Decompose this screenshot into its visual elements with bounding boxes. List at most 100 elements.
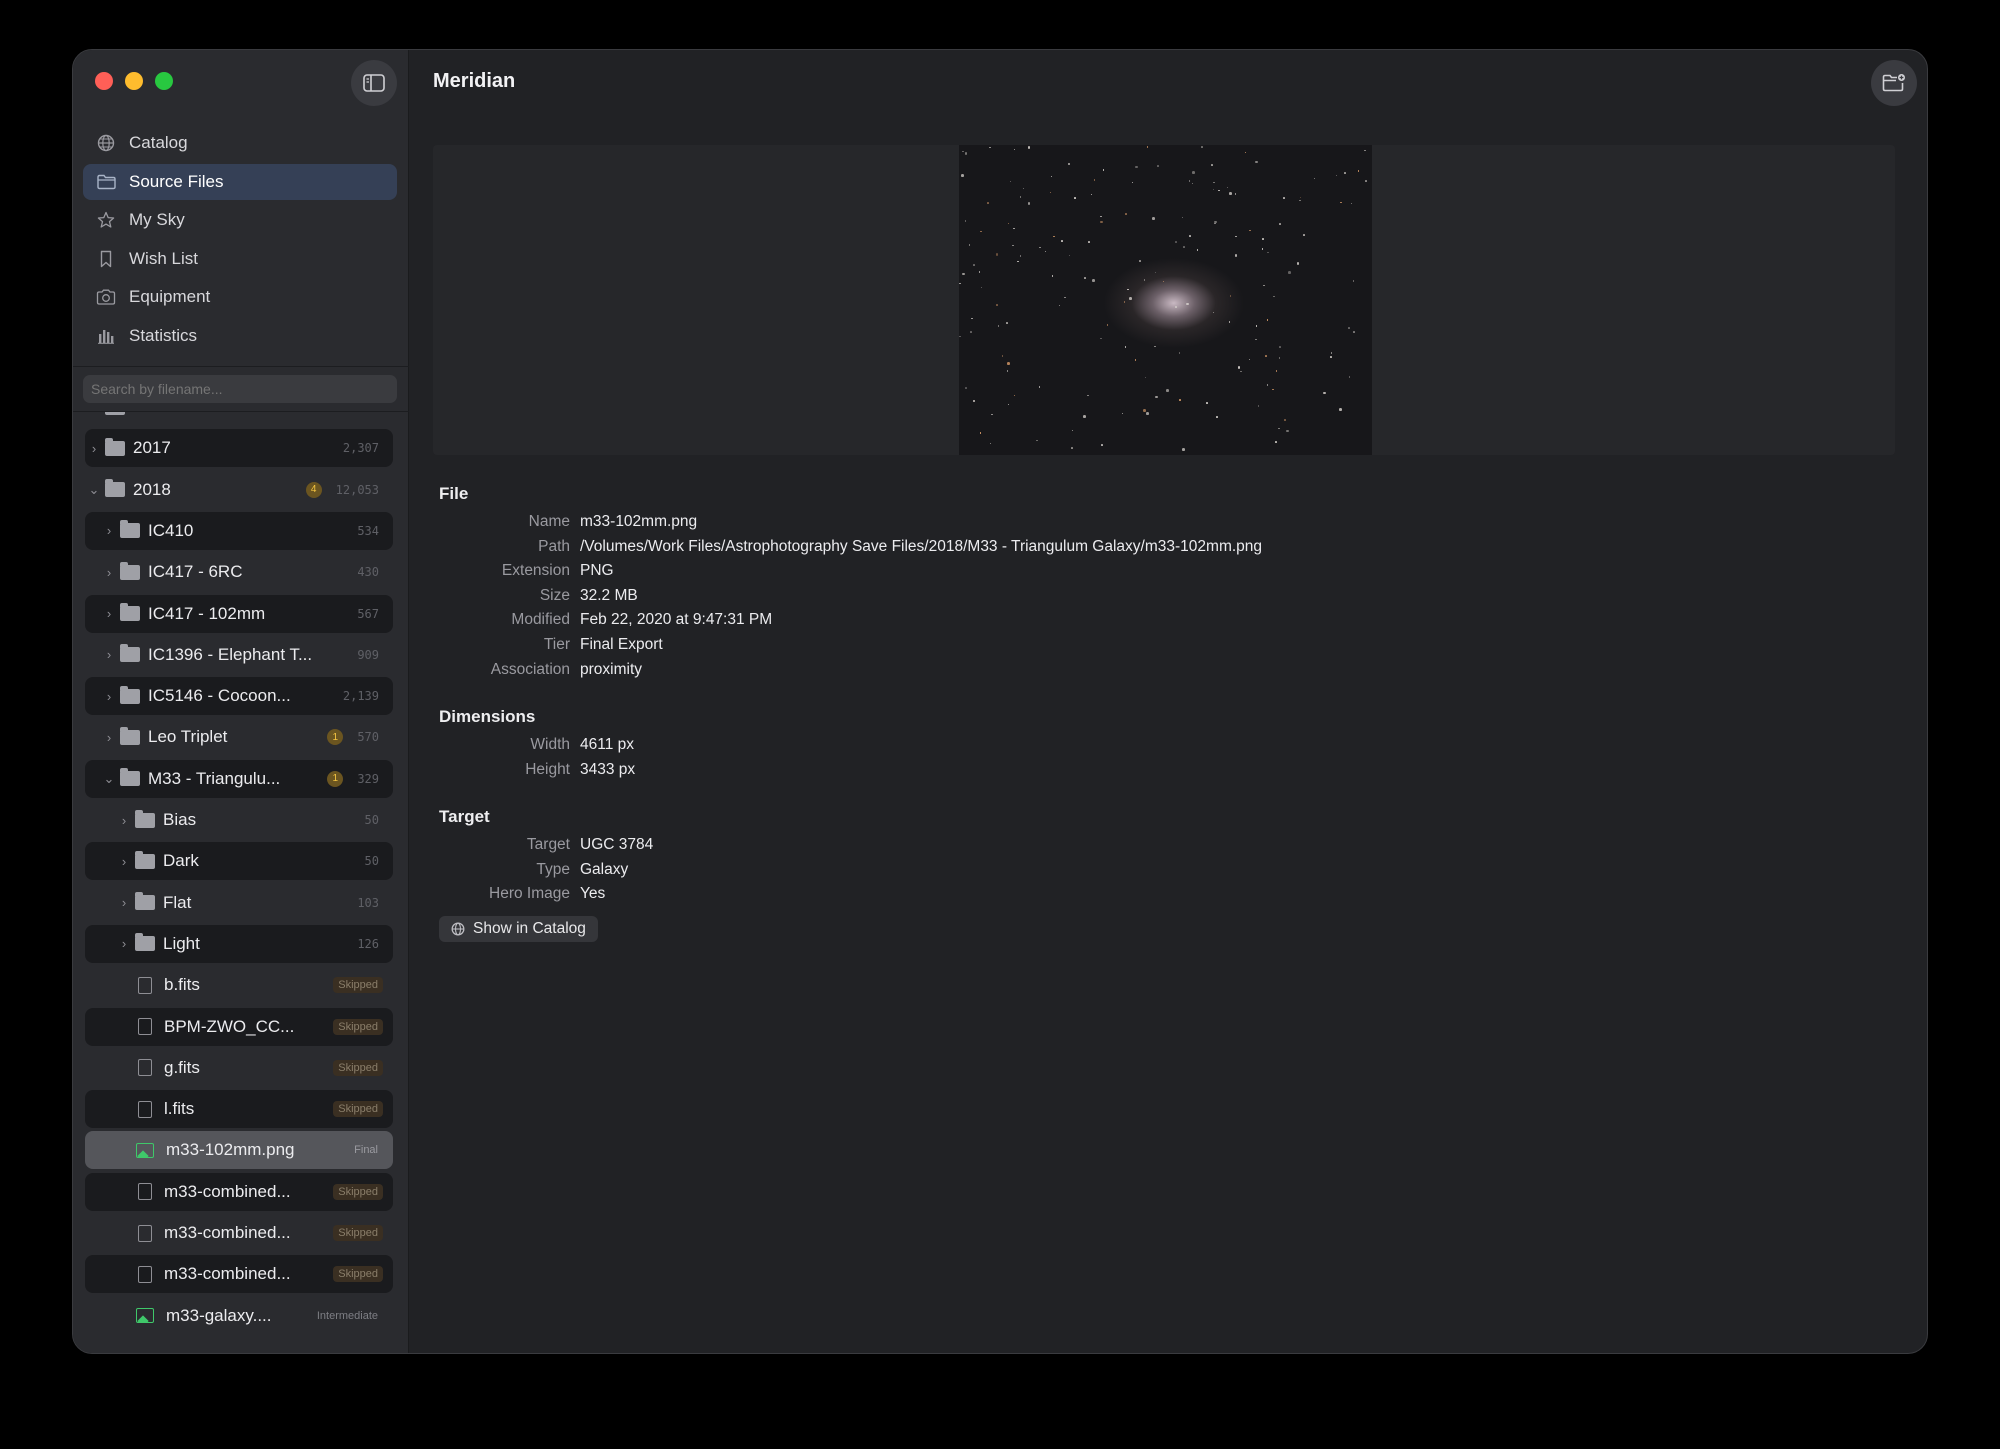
sidebar-toggle-icon <box>363 74 385 92</box>
chevron-down-icon[interactable]: ⌄ <box>102 771 116 787</box>
chevron-right-icon[interactable]: › <box>102 730 116 745</box>
sidebar-item-statistics[interactable]: Statistics <box>83 318 397 354</box>
tree-file-row[interactable]: m33-galaxy.... Intermediate <box>85 1297 393 1335</box>
chevron-right-icon[interactable]: › <box>102 689 116 704</box>
detail-key: Height <box>525 760 570 778</box>
zoom-window-button[interactable] <box>155 72 173 90</box>
tree-folder-row[interactable]: › 2017 2,307 <box>85 429 393 468</box>
galaxy-preview-image <box>959 145 1372 455</box>
tree-file-row[interactable]: m33-combined... Skipped <box>85 1255 393 1294</box>
star-dot <box>1071 447 1073 449</box>
star-dot <box>964 220 966 222</box>
tree-folder-row[interactable]: › Dark 50 <box>85 842 393 881</box>
chevron-right-icon[interactable]: › <box>117 854 131 869</box>
chevron-right-icon[interactable]: › <box>117 813 131 828</box>
star-dot <box>1244 151 1246 154</box>
file-count: 126 <box>357 936 379 951</box>
image-preview-area <box>433 145 1895 455</box>
detail-key: Width <box>530 736 570 753</box>
star-dot <box>979 432 982 434</box>
star-dot <box>1038 386 1041 388</box>
star-dot <box>1044 250 1047 253</box>
document-icon <box>138 1100 152 1118</box>
star-dot <box>1146 146 1149 148</box>
chevron-right-icon[interactable]: › <box>102 647 116 662</box>
tree-folder-row[interactable]: › IC410 534 <box>85 511 393 550</box>
detail-key: Target <box>526 836 570 853</box>
folder-icon <box>135 933 155 952</box>
close-window-button[interactable] <box>95 72 113 90</box>
chevron-right-icon[interactable]: › <box>87 441 101 456</box>
star-dot <box>1157 165 1159 167</box>
tree-folder-row[interactable]: › Leo Triplet 1 570 <box>85 718 393 756</box>
star-dot <box>1127 288 1129 291</box>
tree-folder-row[interactable]: › IC1396 - Elephant T... 909 <box>85 636 393 674</box>
star-dot <box>1058 304 1060 307</box>
star-dot <box>1272 388 1274 391</box>
tree-file-row[interactable]: g.fits Skipped <box>85 1049 393 1087</box>
chart-bars-icon <box>95 325 117 347</box>
tree-file-row[interactable]: l.fits Skipped <box>85 1090 393 1129</box>
detail-row: Size 32.2 MB <box>439 587 638 605</box>
detail-value: /Volumes/Work Files/Astrophotography Sav… <box>580 537 1263 555</box>
tree-folder-row[interactable]: › IC5146 - Cocoon... 2,139 <box>85 677 393 716</box>
tree-file-row[interactable]: b.fits Skipped <box>85 966 393 1004</box>
chevron-right-icon[interactable]: › <box>102 523 116 538</box>
minimize-window-button[interactable] <box>125 72 143 90</box>
chevron-right-icon[interactable]: › <box>117 936 131 951</box>
star-dot <box>1162 280 1165 283</box>
warning-count-badge: 1 <box>327 729 344 746</box>
sidebar-item-equipment[interactable]: Equipment <box>83 279 397 315</box>
star-dot <box>1175 306 1177 308</box>
detail-row: Association proximity <box>439 661 642 679</box>
file-tree: › 2016 › 2017 2,307 ⌄ 2018 4 12,053 › IC410 534 › IC4… <box>73 412 409 1353</box>
show-in-catalog-button[interactable]: Show in Catalog <box>439 916 598 942</box>
tree-file-row[interactable]: m33-combined... Skipped <box>85 1214 393 1252</box>
star-dot <box>1201 146 1203 148</box>
tree-folder-row[interactable]: ⌄ M33 - Triangulu... 1 329 <box>85 759 393 798</box>
tree-file-row[interactable]: m33-102mm.png Final <box>85 1131 393 1170</box>
star-dot <box>1275 441 1277 443</box>
star-dot <box>1348 327 1350 329</box>
tree-folder-row[interactable]: › 2016 <box>85 412 393 426</box>
star-dot <box>1364 149 1366 152</box>
sidebar-toggle-button[interactable] <box>351 60 397 106</box>
detail-key: Modified <box>511 611 570 629</box>
chevron-right-icon[interactable]: › <box>102 606 116 621</box>
folder-icon <box>105 479 125 498</box>
tree-folder-row[interactable]: › IC417 - 102mm 567 <box>85 594 393 633</box>
folder-icon <box>120 768 140 787</box>
search-input[interactable] <box>83 375 397 403</box>
star-dot <box>962 272 965 276</box>
chevron-right-icon[interactable]: › <box>87 412 101 415</box>
star-dot <box>1237 366 1241 369</box>
star-dot <box>1006 370 1009 372</box>
detail-key: Name <box>528 513 570 530</box>
sidebar-item-my-sky[interactable]: My Sky <box>83 202 397 238</box>
add-folder-button[interactable] <box>1871 60 1917 106</box>
star-dot <box>1143 279 1146 281</box>
detail-value: 3433 px <box>580 760 636 778</box>
tree-folder-row[interactable]: › IC417 - 6RC 430 <box>85 553 393 591</box>
tier-tag: Skipped <box>333 1101 383 1118</box>
tree-folder-row[interactable]: › Bias 50 <box>85 801 393 839</box>
star-dot <box>1154 271 1157 274</box>
tree-file-row[interactable]: BPM-ZWO_CC... Skipped <box>85 1007 393 1046</box>
sidebar-item-source-files[interactable]: Source Files <box>83 163 397 200</box>
tree-folder-row[interactable]: ⌄ 2018 4 12,053 <box>85 471 393 509</box>
folder-icon <box>120 726 140 745</box>
star-dot <box>1234 193 1236 195</box>
tree-folder-row[interactable]: › Light 126 <box>85 924 393 963</box>
tree-file-row[interactable]: m33-combined... Skipped <box>85 1172 393 1211</box>
detail-value: PNG <box>580 562 614 580</box>
star-dot <box>1192 171 1195 174</box>
tree-folder-row[interactable]: › Flat 103 <box>85 884 393 922</box>
star-dot <box>1234 254 1238 257</box>
chevron-right-icon[interactable]: › <box>102 565 116 580</box>
sidebar-item-wish-list[interactable]: Wish List <box>83 241 397 277</box>
chevron-right-icon[interactable]: › <box>117 895 131 910</box>
file-count: 909 <box>357 647 379 662</box>
sidebar-item-catalog[interactable]: Catalog <box>83 125 397 161</box>
detail-value: proximity <box>580 660 643 678</box>
chevron-down-icon[interactable]: ⌄ <box>87 482 101 498</box>
